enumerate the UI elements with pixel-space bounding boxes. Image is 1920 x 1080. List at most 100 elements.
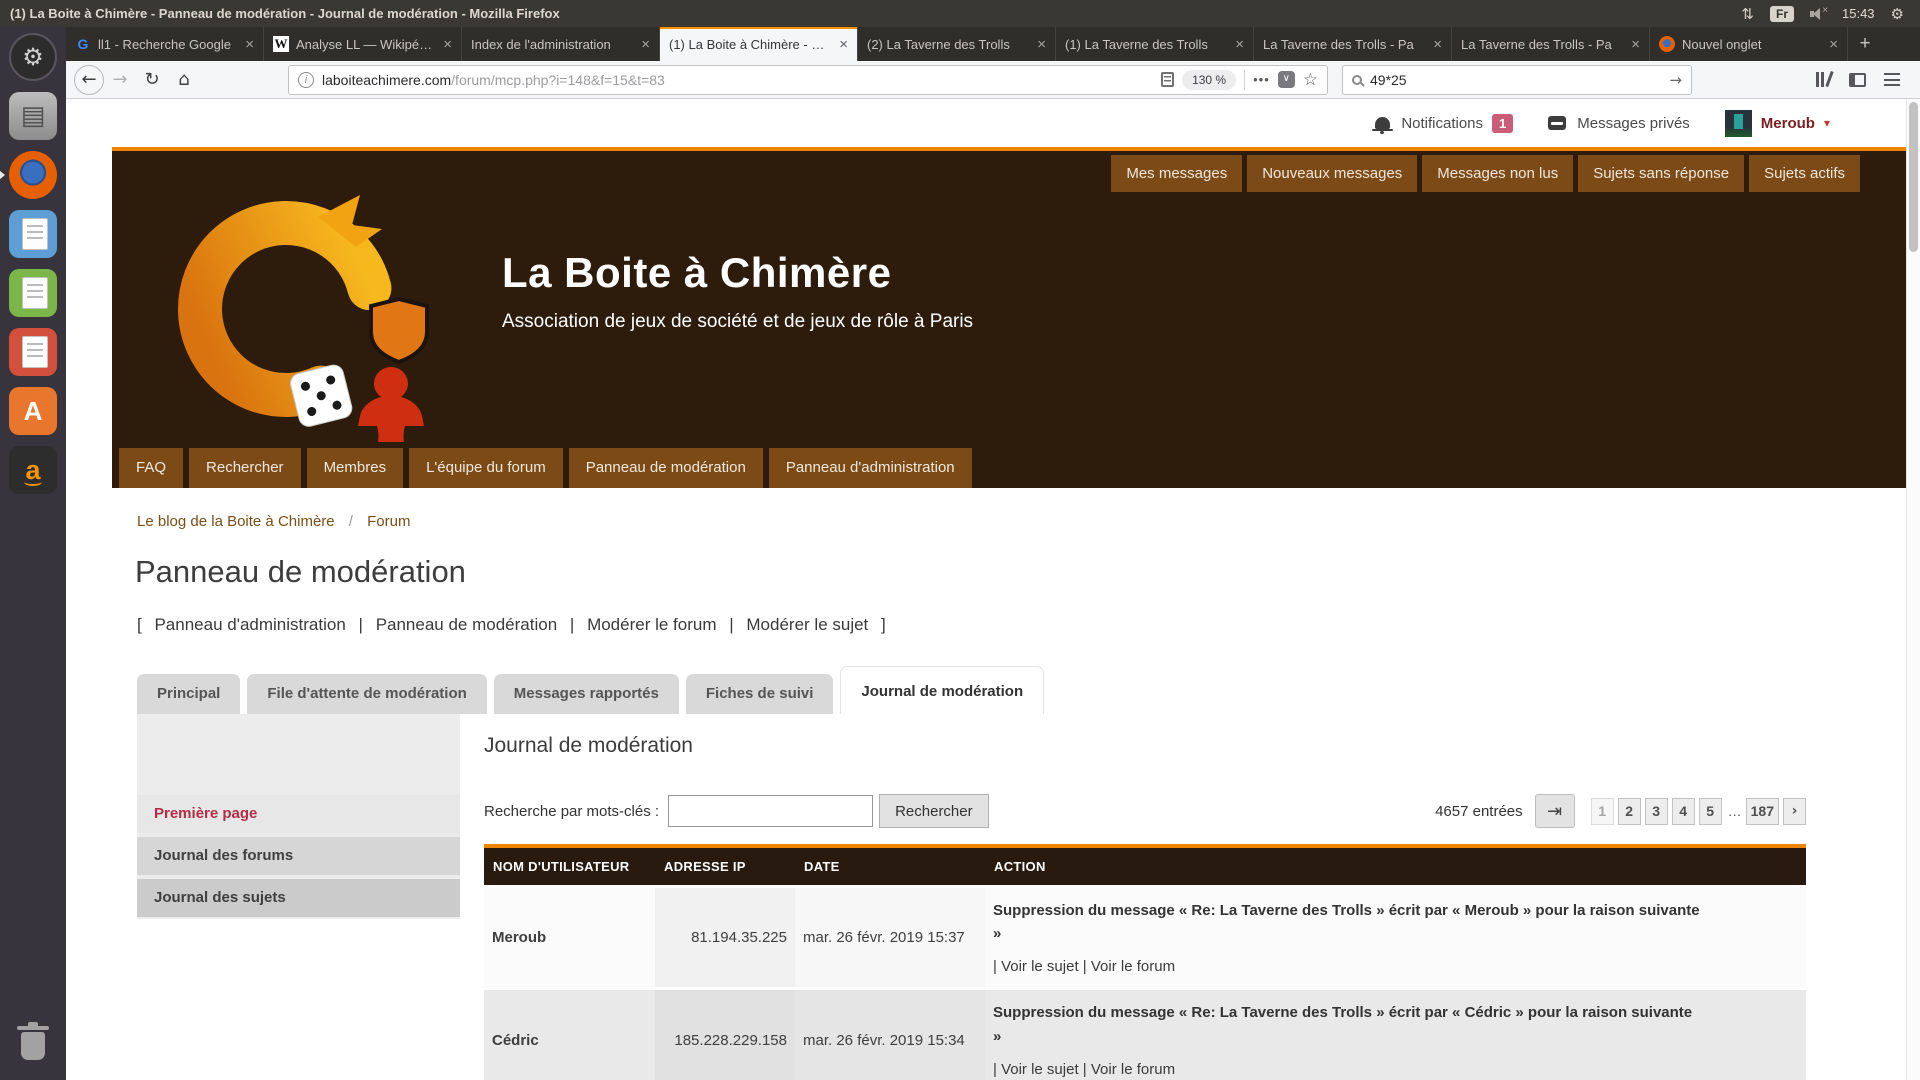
back-button[interactable]: ←: [74, 65, 104, 95]
libreoffice-calc-icon[interactable]: [9, 269, 57, 317]
search-bar[interactable]: →: [1342, 65, 1692, 95]
trash-icon[interactable]: [9, 1022, 57, 1070]
menu-icon[interactable]: [1884, 73, 1900, 86]
site-logo[interactable]: [168, 187, 438, 442]
quicklink-nouveaux-messages[interactable]: Nouveaux messages: [1247, 155, 1417, 192]
voir-le-forum-link[interactable]: Voir le forum: [1091, 1061, 1175, 1078]
menu-rechercher[interactable]: Rechercher: [189, 448, 301, 488]
quicklink-sujets-actifs[interactable]: Sujets actifs: [1749, 155, 1860, 192]
tab-taverne-pa1[interactable]: La Taverne des Trolls - Pa ×: [1254, 27, 1452, 61]
session-gear-icon[interactable]: ⚙: [1891, 5, 1904, 23]
sidebar-item-journal-sujets[interactable]: Journal des sujets: [137, 879, 460, 917]
close-tab-icon[interactable]: ×: [1433, 36, 1442, 53]
menu-panneau-administration[interactable]: Panneau d'administration: [769, 448, 972, 488]
jump-to-page-button[interactable]: ⇥: [1535, 794, 1575, 828]
url-bar[interactable]: i laboiteachimere.com/forum/mcp.php?i=14…: [288, 65, 1328, 95]
page-actions-icon[interactable]: •••: [1253, 72, 1270, 87]
ubuntu-software-icon[interactable]: A: [9, 387, 57, 435]
firefox-icon[interactable]: [9, 151, 57, 199]
tab-fiches-de-suivi[interactable]: Fiches de suivi: [686, 674, 834, 714]
clock[interactable]: 15:43: [1842, 6, 1875, 21]
libreoffice-impress-icon[interactable]: [9, 328, 57, 376]
link-moderer-sujet[interactable]: Modérer le sujet: [746, 615, 868, 634]
close-tab-icon[interactable]: ×: [1829, 36, 1838, 53]
tab-new-tab-page[interactable]: Nouvel onglet ×: [1650, 27, 1848, 61]
notifications-link[interactable]: Notifications: [1401, 115, 1483, 132]
home-button[interactable]: ⌂: [168, 65, 200, 95]
voir-le-forum-link[interactable]: Voir le forum: [1091, 958, 1175, 975]
close-tab-icon[interactable]: ×: [1631, 36, 1640, 53]
user-avatar[interactable]: [1725, 110, 1752, 137]
pocket-icon[interactable]: ∨: [1278, 71, 1295, 88]
rechercher-button[interactable]: Rechercher: [879, 794, 989, 828]
log-username[interactable]: Meroub: [484, 886, 655, 989]
tab-google-search[interactable]: G ll1 - Recherche Google ×: [66, 27, 264, 61]
sidebar-item-journal-forums[interactable]: Journal des forums: [137, 837, 460, 875]
sidebar-item-premiere-page[interactable]: Première page: [137, 795, 460, 833]
dash-icon[interactable]: ⚙: [9, 33, 57, 81]
search-go-icon[interactable]: →: [1669, 71, 1682, 89]
tab-wikipedia[interactable]: W Analyse LL — Wikipédia ×: [264, 27, 462, 61]
close-tab-icon[interactable]: ×: [839, 36, 848, 53]
page-2[interactable]: 2: [1618, 798, 1641, 825]
sidebar-toggle-icon[interactable]: [1849, 73, 1866, 87]
libreoffice-writer-icon[interactable]: [9, 210, 57, 258]
forward-button[interactable]: →: [104, 65, 136, 95]
reload-button[interactable]: ↻: [136, 65, 168, 95]
close-tab-icon[interactable]: ×: [443, 36, 452, 53]
library-icon[interactable]: [1814, 72, 1831, 87]
tab-boite-a-chimere-active[interactable]: (1) La Boite à Chimère - Pan ×: [660, 27, 858, 61]
reader-mode-icon[interactable]: [1161, 72, 1174, 87]
tab-journal-de-moderation[interactable]: Journal de modération: [840, 666, 1044, 714]
breadcrumb-blog[interactable]: Le blog de la Boite à Chimère: [137, 513, 335, 530]
tab-file-attente[interactable]: File d'attente de modération: [247, 674, 486, 714]
next-page-button[interactable]: ›: [1783, 798, 1806, 825]
close-tab-icon[interactable]: ×: [1037, 36, 1046, 53]
file-manager-icon[interactable]: ▤: [9, 92, 57, 140]
tab-taverne-pa2[interactable]: La Taverne des Trolls - Pa ×: [1452, 27, 1650, 61]
new-tab-button[interactable]: +: [1848, 27, 1882, 61]
bookmark-star-icon[interactable]: ☆: [1303, 70, 1318, 90]
username-link[interactable]: Meroub: [1761, 115, 1815, 132]
site-title[interactable]: La Boite à Chimère: [502, 249, 973, 297]
tab-taverne-1[interactable]: (1) La Taverne des Trolls ×: [1056, 27, 1254, 61]
link-panneau-administration[interactable]: Panneau d'administration: [154, 615, 345, 634]
quicklink-mes-messages[interactable]: Mes messages: [1111, 155, 1242, 192]
breadcrumb-forum[interactable]: Forum: [367, 513, 410, 530]
quicklink-messages-non-lus[interactable]: Messages non lus: [1422, 155, 1573, 192]
close-tab-icon[interactable]: ×: [245, 36, 254, 53]
page-4[interactable]: 4: [1672, 798, 1695, 825]
voir-le-sujet-link[interactable]: Voir le sujet: [1001, 1061, 1079, 1078]
close-tab-icon[interactable]: ×: [1235, 36, 1244, 53]
menu-membres[interactable]: Membres: [307, 448, 404, 488]
tab-messages-rapportes[interactable]: Messages rapportés: [494, 674, 679, 714]
quicklink-sujets-sans-reponse[interactable]: Sujets sans réponse: [1578, 155, 1744, 192]
scrollbar-track[interactable]: [1906, 99, 1920, 1080]
network-indicator-icon[interactable]: ⇅: [1741, 5, 1754, 23]
search-input[interactable]: [1370, 72, 1661, 88]
tab-taverne-2[interactable]: (2) La Taverne des Trolls ×: [858, 27, 1056, 61]
keyboard-layout-indicator[interactable]: Fr: [1770, 6, 1794, 22]
scrollbar-thumb[interactable]: [1909, 102, 1918, 252]
close-tab-icon[interactable]: ×: [641, 36, 650, 53]
volume-muted-icon[interactable]: ×: [1810, 8, 1826, 20]
menu-equipe[interactable]: L'équipe du forum: [409, 448, 563, 488]
link-panneau-moderation[interactable]: Panneau de modération: [376, 615, 557, 634]
page-3[interactable]: 3: [1645, 798, 1668, 825]
user-menu-dropdown-icon[interactable]: ▾: [1824, 116, 1830, 130]
amazon-icon[interactable]: a: [9, 446, 57, 494]
menu-panneau-moderation[interactable]: Panneau de modération: [569, 448, 763, 488]
log-username[interactable]: Cédric: [484, 989, 655, 1080]
private-messages-link[interactable]: Messages privés: [1577, 115, 1690, 132]
zoom-level-badge[interactable]: 130 %: [1182, 70, 1236, 90]
tab-admin-index[interactable]: Index de l'administration ×: [462, 27, 660, 61]
page-5[interactable]: 5: [1699, 798, 1722, 825]
menu-faq[interactable]: FAQ: [119, 448, 183, 488]
voir-le-sujet-link[interactable]: Voir le sujet: [1001, 958, 1079, 975]
main-menu: FAQ Rechercher Membres L'équipe du forum…: [119, 448, 972, 488]
tab-principal[interactable]: Principal: [137, 674, 240, 714]
link-moderer-forum[interactable]: Modérer le forum: [587, 615, 716, 634]
keyword-search-input[interactable]: [668, 795, 873, 827]
page-last[interactable]: 187: [1746, 798, 1779, 825]
site-info-icon[interactable]: i: [298, 72, 314, 88]
